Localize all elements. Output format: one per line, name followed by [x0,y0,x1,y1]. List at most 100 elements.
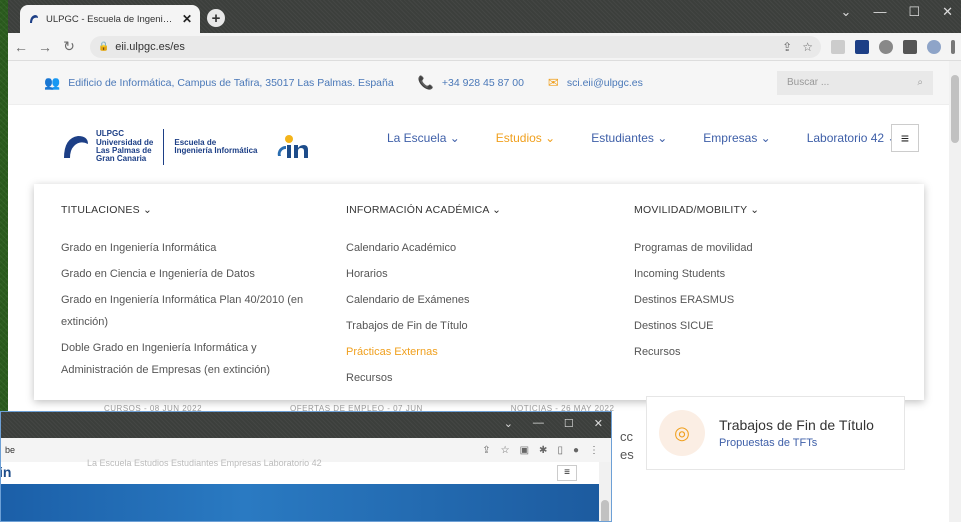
site-header: ULPGC Universidad de Las Palmas de Gran … [8,105,961,185]
scrollbar-thumb[interactable] [601,500,609,521]
browser-toolbar: ← → ↻ 🔒 eii.ulpgc.es/es ⇪ ☆ [8,33,961,61]
top-info-bar: 👥 Edificio de Informática, Campus de Taf… [8,61,961,105]
menu-link[interactable]: Programas de movilidad [634,237,874,259]
tft-icon: ◎ [659,410,705,456]
phone-text: +34 928 45 87 00 [441,76,524,89]
movilidad-heading[interactable]: MOVILIDAD/MOBILITY ⌄ [634,204,874,216]
bookmark-star-icon[interactable]: ☆ [501,445,510,456]
hamburger-menu-icon[interactable]: ≡ [891,124,919,152]
back-icon[interactable]: ← [14,39,28,55]
menu-link[interactable]: Grado en Ingeniería Informática Plan 40/… [61,289,321,311]
menu-link[interactable]: Calendario Académico [346,237,586,259]
informacion-heading[interactable]: INFORMACIÓN ACADÉMICA ⌄ [346,204,586,216]
secondary-hero-image [1,484,611,521]
nav-laboratorio-42[interactable]: Laboratorio 42 ⌄ [807,131,898,145]
extension-icon[interactable]: ▣ [520,445,529,456]
nav-estudiantes[interactable]: Estudiantes ⌄ [591,131,667,145]
secondary-scrollbar[interactable] [599,462,611,521]
url-text: eii.ulpgc.es/es [115,40,185,53]
menu-link[interactable]: Incoming Students [634,263,874,285]
menu-link[interactable]: Trabajos de Fin de Título [346,315,586,337]
menu-link[interactable]: Calendario de Exámenes [346,289,586,311]
menu-link[interactable]: Destinos SICUE [634,315,874,337]
truncated-text: cc es [620,429,634,462]
secondary-nav-ghost: La Escuela Estudios Estudiantes Empresas… [87,458,322,468]
tft-card-link[interactable]: Propuestas de TFTs [719,437,874,449]
browser-menu-icon[interactable]: ⋮ [589,445,599,456]
secondary-toolbar-icons: ⇪ ☆ ▣ ✱ ▯ ● ⋮ [482,445,599,456]
new-tab-button[interactable]: + [207,9,225,27]
profile-avatar-icon[interactable] [927,39,941,54]
extension-icon[interactable] [831,39,845,54]
menu-link[interactable]: Grado en Ingeniería Informática [61,237,321,259]
email-icon: ✉ [547,74,559,90]
titulaciones-column: TITULACIONES ⌄ Grado en Ingeniería Infor… [61,204,321,385]
search-icon[interactable]: ⌕ [917,77,923,88]
extensions-area [831,39,955,54]
browser-menu-icon[interactable] [951,39,955,54]
phone-item[interactable]: 📞 +34 928 45 87 00 [418,75,524,91]
page-scrollbar[interactable] [949,61,961,522]
menu-link[interactable]: Doble Grado en Ingeniería Informática y [61,337,321,359]
logo-divider [163,129,165,165]
puzzle-icon[interactable]: ✱ [539,445,547,456]
menu-link-active[interactable]: Prácticas Externas [346,341,586,363]
share-icon[interactable]: ⇪ [482,445,490,456]
secondary-page-header: in La Escuela Estudios Estudiantes Empre… [0,458,611,484]
scrollbar-thumb[interactable] [951,75,959,143]
email-text: sci.eii@ulpgc.es [566,76,643,89]
menu-link[interactable]: Destinos ERASMUS [634,289,874,311]
close-window-button[interactable]: ✕ [594,417,603,430]
site-logo[interactable]: ULPGC Universidad de Las Palmas de Gran … [60,129,310,165]
people-icon: 👥 [44,74,61,90]
tab-search-icon[interactable]: ⌄ [504,417,513,430]
menu-link[interactable]: Recursos [634,341,874,363]
menu-link[interactable]: Horarios [346,263,586,285]
menu-link[interactable]: Grado en Ciencia e Ingeniería de Datos [61,263,321,285]
reload-icon[interactable]: ↻ [62,38,76,55]
search-input[interactable]: Buscar ... ⌕ [777,70,933,95]
hamburger-menu-icon[interactable]: ≡ [557,465,577,481]
address-text: Edificio de Informática, Campus de Tafir… [68,76,394,89]
profile-avatar-icon[interactable]: ● [573,445,579,456]
movilidad-column: MOVILIDAD/MOBILITY ⌄ Programas de movili… [634,204,874,367]
tft-card[interactable]: ◎ Trabajos de Fin de Título Propuestas d… [646,396,905,470]
maximize-button[interactable]: ☐ [908,4,920,20]
secondary-window-controls: ⌄ — ☐ ✕ [504,417,603,430]
email-item[interactable]: ✉ sci.eii@ulpgc.es [548,75,643,91]
school-name: Escuela de Ingeniería Informática [174,137,258,155]
minimize-button[interactable]: — [533,417,544,430]
menu-link[interactable]: Recursos [346,367,586,389]
secondary-browser-window[interactable]: ⌄ — ☐ ✕ be ⇪ ☆ ▣ ✱ ▯ ● ⋮ in La Escuela E… [0,411,612,522]
informacion-column: INFORMACIÓN ACADÉMICA ⌄ Calendario Acadé… [346,204,586,393]
search-placeholder: Buscar ... [787,77,830,88]
address-bar[interactable]: 🔒 eii.ulpgc.es/es ⇪ ☆ [90,35,821,58]
titulaciones-heading[interactable]: TITULACIONES ⌄ [61,204,321,216]
sidepanel-icon[interactable] [903,39,917,54]
nav-la-escuela[interactable]: La Escuela ⌄ [387,131,460,145]
extension-icon[interactable] [855,39,869,54]
sidepanel-icon[interactable]: ▯ [557,445,563,456]
menu-link-cont[interactable]: extinción) [61,311,321,333]
puzzle-icon[interactable] [879,39,893,54]
nav-estudios[interactable]: Estudios ⌄ [496,131,555,145]
secondary-title-bar: ⌄ — ☐ ✕ [1,412,611,438]
minimize-button[interactable]: — [873,4,886,20]
tab-title: ULPGC - Escuela de Ingeniería Inf... [46,13,176,25]
tab-close-icon[interactable]: ✕ [182,12,192,26]
browser-tab[interactable]: ULPGC - Escuela de Ingeniería Inf... ✕ [20,5,200,33]
share-icon[interactable]: ⇪ [782,40,792,54]
title-bar: ULPGC - Escuela de Ingeniería Inf... ✕ +… [8,0,961,33]
tab-search-icon[interactable]: ⌄ [841,4,852,20]
secondary-logo: in [0,464,12,480]
tft-card-title: Trabajos de Fin de Título [719,417,874,433]
maximize-button[interactable]: ☐ [564,417,574,430]
lock-icon: 🔒 [98,41,110,51]
bookmark-star-icon[interactable]: ☆ [802,40,813,54]
close-window-button[interactable]: ✕ [942,4,953,20]
nav-empresas[interactable]: Empresas ⌄ [703,131,770,145]
forward-icon[interactable]: → [38,39,52,55]
window-controls: ⌄ — ☐ ✕ [841,4,953,20]
phone-icon: 📞 [417,74,434,90]
menu-link-cont[interactable]: Administración de Empresas (en extinción… [61,359,321,381]
